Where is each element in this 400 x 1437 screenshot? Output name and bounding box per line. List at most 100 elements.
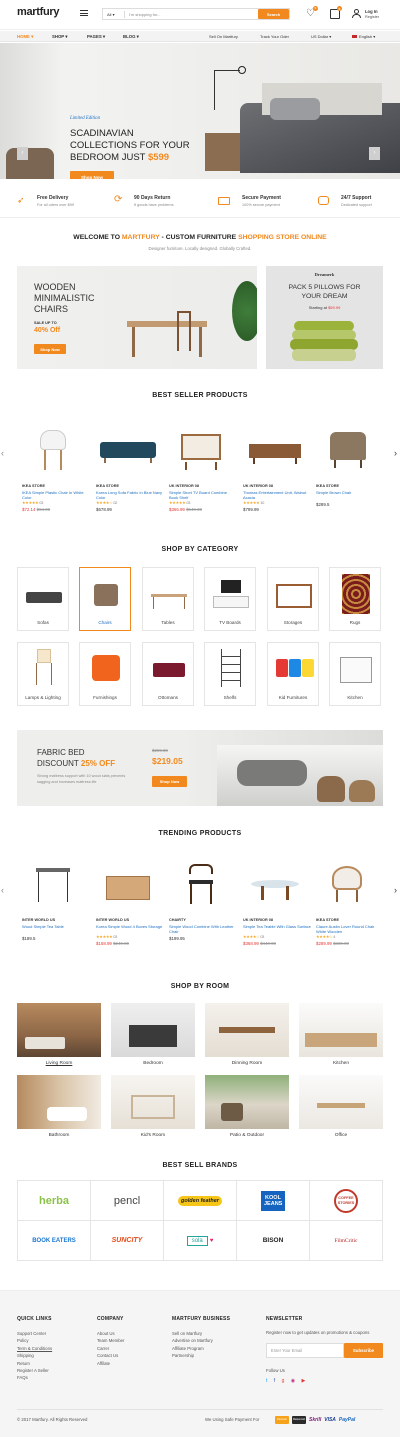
category-kid-furnitures[interactable]: Kid Furnitures <box>267 642 319 706</box>
product-card[interactable]: INTER WORLD US Wood Simple Tea Table $18… <box>22 856 90 941</box>
category-rugs[interactable]: Rugs <box>329 567 381 631</box>
promo-pillows-banner[interactable]: Dreamerk PACK 5 PILLOWS FOR YOUR DREAM S… <box>266 266 383 369</box>
heart-icon[interactable]: ♡ 0 <box>306 6 318 19</box>
footer-link[interactable]: Return <box>17 1360 52 1367</box>
product-card[interactable]: CHAIRTY Simple Wood Combine With Leather… <box>169 856 237 941</box>
footer-link[interactable]: Sell on Martfury <box>172 1330 213 1337</box>
category-kitchen[interactable]: Kitchen <box>329 642 381 706</box>
product-card[interactable]: UK INTERIOR 08 Simple Short TV Board Com… <box>169 422 237 512</box>
nav-blog[interactable]: BLOG ▾ <box>123 34 139 40</box>
product-name[interactable]: Korea Long Sofa Fabric In Blue Navy Colo… <box>96 490 164 500</box>
product-card[interactable]: IKEA STORE Claure Austin Lover Round Cha… <box>316 856 384 946</box>
menu-icon[interactable] <box>80 10 88 16</box>
promo-chairs-banner[interactable]: WOODEN MINIMALISTIC CHAIRS SALE UP TO 40… <box>17 266 257 369</box>
register-link[interactable]: Register <box>365 15 379 19</box>
product-card[interactable]: IKEA STORE Korea Long Sofa Fabric In Blu… <box>96 422 164 512</box>
footer-link[interactable]: Support Center <box>17 1330 52 1337</box>
user-icon[interactable] <box>352 9 361 19</box>
product-name[interactable]: IKEA Simple Plastic Chair In White Color <box>22 490 90 500</box>
category-shelfs[interactable]: Shelfs <box>204 642 256 706</box>
brand-herba[interactable]: herba <box>18 1181 91 1221</box>
trending-prev-arrow[interactable]: ‹ <box>1 885 4 895</box>
search-input[interactable]: I'm shopping for... <box>129 11 249 18</box>
nav-shop[interactable]: SHOP ▾ <box>52 34 67 40</box>
subscribe-button[interactable]: Subscribe <box>344 1343 383 1358</box>
hero-prev-arrow[interactable]: ‹ <box>17 147 28 160</box>
nav-pages[interactable]: PAGES ▾ <box>87 34 105 40</box>
product-card[interactable]: IKEA STORE Simple Brown Chair $289.5 <box>316 422 384 507</box>
banner-shop-now-button[interactable]: Shop Now <box>152 776 187 787</box>
cart-icon[interactable]: 0 <box>330 6 342 19</box>
trending-next-arrow[interactable]: › <box>394 885 397 895</box>
product-name[interactable]: Simple Tea Teable With Glass Surface <box>243 924 311 934</box>
twitter-icon[interactable]: t <box>266 1378 267 1384</box>
product-name[interactable]: Simple Wood Combine With Leather Chair <box>169 924 237 934</box>
product-name[interactable]: Claure Austin Lover Round Chair White Wo… <box>316 924 384 934</box>
category-ottomans[interactable]: Ottomans <box>142 642 194 706</box>
room-kitchen[interactable]: Kitchen <box>299 1003 383 1066</box>
youtube-icon[interactable]: ▶ <box>302 1378 306 1384</box>
login-link[interactable]: Log In <box>365 9 378 14</box>
room-living[interactable]: Living Room <box>17 1003 101 1066</box>
room-kids[interactable]: Kid's Room <box>111 1075 195 1138</box>
hero-shop-now-button[interactable]: Shop Now <box>70 171 114 179</box>
brand-filmcritic[interactable]: FilmCritic <box>310 1221 383 1261</box>
footer-link[interactable]: Contact Us <box>97 1352 124 1359</box>
brand-coffee-stories[interactable]: COFFEE STORIES <box>310 1181 383 1221</box>
promo-shop-now-button[interactable]: Shop Now <box>34 344 66 354</box>
logo[interactable]: martfury <box>17 6 60 18</box>
footer-link[interactable]: Advertise on Martfury <box>172 1337 213 1344</box>
product-card[interactable]: UK INTERIOR 08 Simple Tea Teable With Gl… <box>243 856 311 946</box>
brand-book-eaters[interactable]: BOOK EATERS <box>18 1221 91 1261</box>
category-sofas[interactable]: Sofas <box>17 567 69 631</box>
product-name[interactable]: Korea Simple Wood 4 Boxes Storage <box>96 924 164 934</box>
footer-link[interactable]: FAQs <box>17 1374 52 1381</box>
hero-next-arrow[interactable]: › <box>369 147 380 160</box>
room-office[interactable]: Office <box>299 1075 383 1138</box>
footer-link[interactable]: Shipping <box>17 1352 52 1359</box>
category-tv-boards[interactable]: TV Boards <box>204 567 256 631</box>
footer-link[interactable]: Affilate <box>97 1360 124 1367</box>
fabric-bed-banner[interactable]: FABRIC BED DISCOUNT 25% OFF Strong mattr… <box>17 730 383 806</box>
product-name[interactable]: Wood Simple Tea Table <box>22 924 90 934</box>
instagram-icon[interactable]: ◉ <box>291 1378 295 1384</box>
nav-home[interactable]: HOME ▾ <box>17 34 33 40</box>
product-card[interactable]: IKEA STORE IKEA Simple Plastic Chair In … <box>22 422 90 512</box>
google-plus-icon[interactable]: g <box>282 1378 285 1384</box>
product-card[interactable]: UK INTERIOR 08 Thomas Entertainment Unit… <box>243 422 311 512</box>
product-card[interactable]: INTER WORLD US Korea Simple Wood 4 Boxes… <box>96 856 164 946</box>
brand-pencl[interactable]: pencl <box>91 1181 164 1221</box>
room-patio[interactable]: Patio & Outdoor <box>205 1075 289 1138</box>
product-name[interactable]: Simple Short TV Board Combine Book Shelf <box>169 490 237 500</box>
footer-link[interactable]: Partnership <box>172 1352 213 1359</box>
search-button[interactable]: Search <box>258 9 289 19</box>
facebook-icon[interactable]: f <box>274 1378 275 1384</box>
room-bathroom[interactable]: Bathroom <box>17 1075 101 1138</box>
language-select[interactable]: English ▾ <box>352 34 375 39</box>
footer-link[interactable]: Register A Seller <box>17 1367 52 1374</box>
newsletter-email-input[interactable]: Enter Your Email <box>266 1343 344 1358</box>
brand-kool-jeans[interactable]: KOOL JEANS <box>237 1181 310 1221</box>
best-seller-next-arrow[interactable]: › <box>394 448 397 458</box>
footer-link[interactable]: Affiliate Program <box>172 1345 213 1352</box>
product-name[interactable]: Thomas Entertainment Unit, Walnut Acacia <box>243 490 311 500</box>
footer-link[interactable]: Team Member <box>97 1337 124 1344</box>
currency-select[interactable]: US Dollar ▾ <box>311 34 331 39</box>
category-lamps[interactable]: Lamps & Lighting <box>17 642 69 706</box>
footer-link[interactable]: Carrer <box>97 1345 124 1352</box>
track-order-link[interactable]: Track Your Oder <box>260 34 289 39</box>
category-storages[interactable]: Storages <box>267 567 319 631</box>
category-chairs[interactable]: Chairs <box>79 567 131 631</box>
room-dining[interactable]: Dinning Room <box>205 1003 289 1066</box>
category-furnishings[interactable]: Furnishings <box>79 642 131 706</box>
footer-link[interactable]: Term & Conditions <box>17 1345 52 1352</box>
category-tables[interactable]: Tables <box>142 567 194 631</box>
brand-bison[interactable]: BISON <box>237 1221 310 1261</box>
product-name[interactable]: Simple Brown Chair <box>316 490 384 500</box>
brand-golden-feather[interactable]: golden feather <box>164 1181 237 1221</box>
footer-link[interactable]: Policy <box>17 1337 52 1344</box>
best-seller-prev-arrow[interactable]: ‹ <box>1 448 4 458</box>
footer-link[interactable]: About Us <box>97 1330 124 1337</box>
room-bedroom[interactable]: Bedroom <box>111 1003 195 1066</box>
brand-suncity[interactable]: SUNCITY <box>91 1221 164 1261</box>
